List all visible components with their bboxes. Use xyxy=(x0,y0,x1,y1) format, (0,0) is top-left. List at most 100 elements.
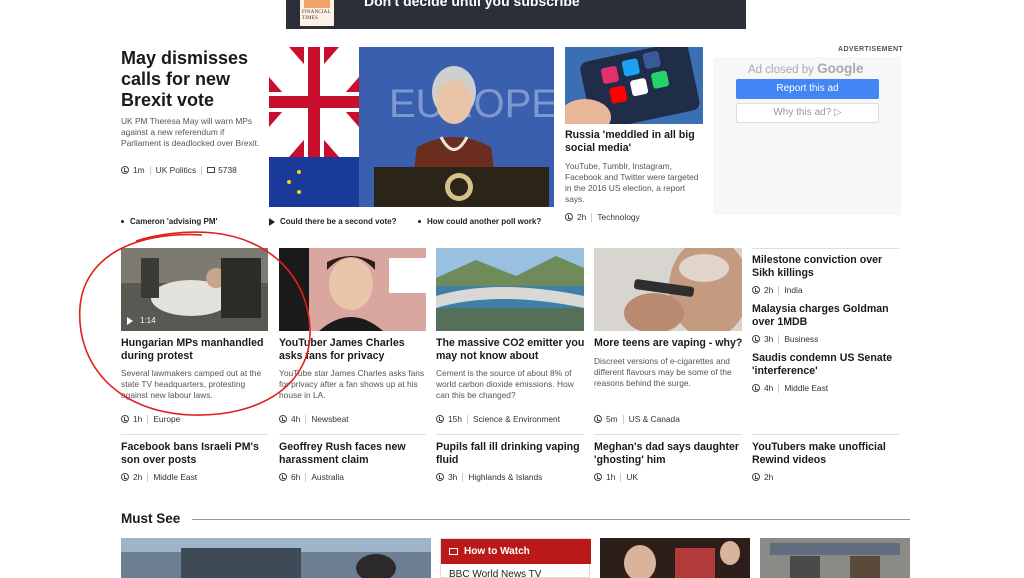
grid-image-2[interactable] xyxy=(279,248,426,331)
clock-icon xyxy=(752,286,760,294)
row-divider xyxy=(121,434,268,435)
related-link-1[interactable]: Cameron 'advising PM' xyxy=(121,217,217,226)
related-link-2[interactable]: Could there be a second vote? xyxy=(269,217,396,226)
how-to-watch-label: How to Watch xyxy=(464,546,530,557)
advertisement-label: ADVERTISEMENT xyxy=(838,46,904,53)
grid-image-4[interactable] xyxy=(594,248,742,331)
ad-closed-label: Ad closed by xyxy=(748,64,814,76)
grid-headline-3[interactable]: The massive CO2 emitter you may not know… xyxy=(436,337,586,363)
bottom-meta-3: 3h Highlands & Islands xyxy=(436,472,542,482)
side-time-3: 4h xyxy=(764,383,774,393)
related-link-3[interactable]: How could another poll work? xyxy=(418,217,541,226)
side-section-2[interactable]: Business xyxy=(784,334,818,344)
grid-section-1[interactable]: Europe xyxy=(153,414,180,424)
side-headline-1[interactable]: Milestone conviction over Sikh killings xyxy=(752,254,902,280)
grid-time-2: 4h xyxy=(291,414,301,424)
google-logo: Google xyxy=(817,61,864,76)
russia-story-time: 2h xyxy=(577,212,587,222)
bottom-meta-2: 6h Australia xyxy=(279,472,344,482)
report-ad-button[interactable]: Report this ad xyxy=(736,79,879,99)
top-banner-ad[interactable]: FINANCIAL TIMES Don't decide until you s… xyxy=(286,0,746,29)
russia-story-section[interactable]: Technology xyxy=(597,212,639,222)
side-headline-2[interactable]: Malaysia charges Goldman over 1MDB xyxy=(752,303,902,329)
social-apps-photo xyxy=(565,47,703,124)
clock-icon xyxy=(594,415,602,423)
clock-icon xyxy=(279,415,287,423)
bottom-time-2: 6h xyxy=(291,472,301,482)
lead-section[interactable]: UK Politics xyxy=(156,165,197,175)
lead-comments[interactable]: 5738 xyxy=(218,165,237,175)
grid-meta-4: 5m US & Canada xyxy=(594,414,680,424)
clock-icon xyxy=(121,415,129,423)
play-icon xyxy=(127,316,133,325)
row-divider xyxy=(594,434,742,435)
bottom-time-1: 2h xyxy=(133,472,143,482)
must-see-image-2[interactable] xyxy=(600,538,750,578)
side-meta-1: 2h India xyxy=(752,285,803,295)
grid-summary-2: YouTube star James Charles asks fans for… xyxy=(279,368,425,400)
must-see-image-3[interactable] xyxy=(760,538,910,578)
grid-image-3[interactable] xyxy=(436,248,584,331)
grid-headline-2[interactable]: YouTuber James Charles asks fans for pri… xyxy=(279,337,429,363)
lead-image[interactable]: EUROPE xyxy=(269,47,554,207)
grid-time-1: 1h xyxy=(133,414,143,424)
side-section-3[interactable]: Middle East xyxy=(784,383,828,393)
grid-summary-3: Cement is the source of about 8% of worl… xyxy=(436,368,574,400)
bottom-headline-3[interactable]: Pupils fall ill drinking vaping fluid xyxy=(436,441,586,467)
lead-headline[interactable]: May dismisses calls for new Brexit vote xyxy=(121,48,261,111)
bottom-meta-1: 2h Middle East xyxy=(121,472,197,482)
grid-section-4[interactable]: US & Canada xyxy=(629,414,680,424)
how-to-watch-bar: How to Watch xyxy=(441,539,591,564)
side-divider xyxy=(752,248,899,249)
bottom-headline-5[interactable]: YouTubers make unofficial Rewind videos xyxy=(752,441,902,467)
bottom-section-4[interactable]: UK xyxy=(626,472,638,482)
play-icon xyxy=(269,217,275,226)
grid-section-3[interactable]: Science & Environment xyxy=(473,414,560,424)
bottom-section-1[interactable]: Middle East xyxy=(153,472,197,482)
grid-meta-3: 15h Science & Environment xyxy=(436,414,560,424)
grid-headline-4[interactable]: More teens are vaping - why? xyxy=(594,337,744,350)
row-divider xyxy=(436,434,584,435)
russia-story-summary: YouTube, Tumblr, Instagram, Facebook and… xyxy=(565,161,699,204)
clock-icon xyxy=(565,213,573,221)
clock-icon xyxy=(752,384,760,392)
grid-time-3: 15h xyxy=(448,414,462,424)
russia-story-image[interactable] xyxy=(565,47,703,124)
grid-headline-1[interactable]: Hungarian MPs manhandled during protest xyxy=(121,337,266,363)
must-see-photo-3 xyxy=(760,538,910,578)
clock-icon xyxy=(752,473,760,481)
clock-icon xyxy=(121,166,129,174)
bottom-headline-1[interactable]: Facebook bans Israeli PM's son over post… xyxy=(121,441,271,467)
bbc-world-news-link[interactable]: BBC World News TV xyxy=(449,569,541,578)
clock-icon xyxy=(121,473,129,481)
related-link-2-label: Could there be a second vote? xyxy=(280,217,397,226)
bottom-section-3[interactable]: Highlands & Islands xyxy=(468,472,542,482)
how-to-watch-panel[interactable]: How to Watch BBC World News TV xyxy=(440,538,591,578)
bullet-icon xyxy=(418,220,421,223)
ft-logo-text: FINANCIAL TIMES xyxy=(302,10,331,21)
grid-meta-1: 1h Europe xyxy=(121,414,180,424)
side-section-1[interactable]: India xyxy=(784,285,802,295)
video-badge: 1:14 xyxy=(127,316,156,325)
must-see-photo-2 xyxy=(600,538,750,578)
lead-time: 1m xyxy=(133,165,145,175)
bottom-headline-4[interactable]: Meghan's dad says daughter 'ghosting' hi… xyxy=(594,441,744,467)
vaping-photo xyxy=(594,248,742,331)
ft-logo: FINANCIAL TIMES xyxy=(300,0,334,26)
row-divider xyxy=(279,434,426,435)
james-charles-photo xyxy=(279,248,426,331)
bottom-meta-5: 2h xyxy=(752,472,773,482)
grid-section-2[interactable]: Newsbeat xyxy=(311,414,348,424)
why-this-ad-button[interactable]: Why this ad? ▷ xyxy=(736,103,879,123)
bottom-section-2[interactable]: Australia xyxy=(311,472,344,482)
must-see-photo-1 xyxy=(121,538,431,578)
russia-story-headline[interactable]: Russia 'meddled in all big social media' xyxy=(565,129,705,155)
grid-image-1[interactable]: 1:14 xyxy=(121,248,268,331)
side-headline-3[interactable]: Saudis condemn US Senate 'interference' xyxy=(752,352,902,378)
bottom-headline-2[interactable]: Geoffrey Rush faces new harassment claim xyxy=(279,441,429,467)
clock-icon xyxy=(436,473,444,481)
related-link-1-label: Cameron 'advising PM' xyxy=(130,217,218,226)
must-see-image-1[interactable] xyxy=(121,538,431,578)
side-meta-3: 4h Middle East xyxy=(752,383,828,393)
bottom-meta-4: 1h UK xyxy=(594,472,638,482)
